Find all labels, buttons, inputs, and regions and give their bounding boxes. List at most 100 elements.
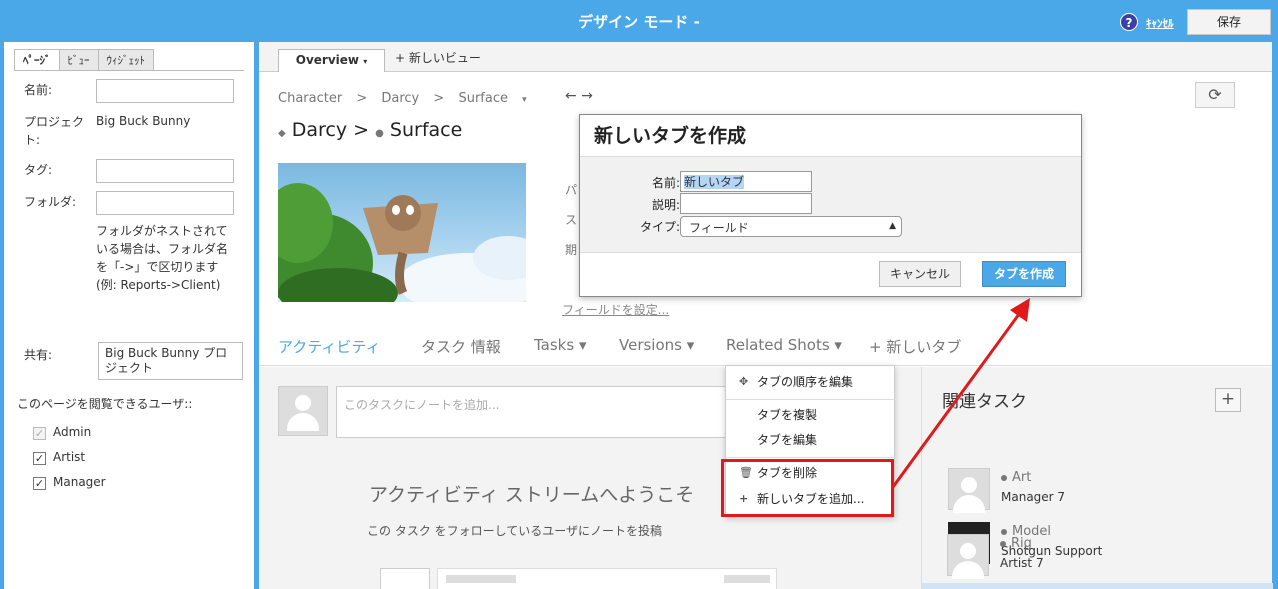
help-icon[interactable]: ? [1120, 13, 1138, 31]
note-input[interactable]: このタスクにノートを追加... [336, 386, 726, 438]
dialog-name-input[interactable]: 新しいタブ [680, 171, 812, 192]
dialog-title: 新しいタブを作成 [594, 125, 747, 147]
cancel-link[interactable]: ｷｬﾝｾﾙ [1146, 15, 1174, 31]
tab-new[interactable]: + 新しいタブ [869, 336, 961, 357]
new-view-button[interactable]: + 新しいビュー [395, 49, 481, 66]
view-tabs: Overview ▾ + 新しいビュー [259, 42, 1272, 72]
folder-help-text: フォルダがネストされている場合は、フォルダ名を「->」で区切ります(例: Rep… [96, 224, 229, 292]
dialog-name-label: 名前: [651, 176, 680, 190]
name-input[interactable] [96, 79, 234, 103]
breadcrumb-character[interactable]: Character [278, 91, 342, 106]
avatar [948, 468, 990, 513]
move-icon: ✥ [739, 375, 749, 388]
related-task-item[interactable]: Art Manager 7 [948, 468, 1248, 513]
folder-label: フォルダ: [24, 195, 77, 209]
user-avatar [278, 386, 328, 436]
menu-item-reorder-tabs[interactable]: ✥ タブの順序を編集 [726, 371, 896, 393]
create-tab-dialog: 新しいタブを作成 名前: 新しいタブ 説明: タイプ: フィールド ▲ キャンセ… [579, 114, 1082, 297]
dialog-create-button[interactable]: タブを作成 [982, 261, 1066, 287]
breadcrumb-caret-icon[interactable]: ▾ [522, 95, 527, 105]
avatar-body [287, 413, 319, 431]
title-sep: > [353, 119, 370, 141]
dialog-body: 名前: 新しいタブ 説明: タイプ: フィールド ▲ [580, 156, 1081, 253]
configure-fields-link[interactable]: フィールドを設定... [562, 301, 669, 318]
related-task-assignee: Manager 7 [1001, 490, 1066, 504]
title-bar: デザイン モード - ? ｷｬﾝｾﾙ 保存 [0, 0, 1278, 42]
asset-icon: ◆ [278, 128, 286, 139]
chevron-down-icon: ▾ [363, 57, 368, 66]
breadcrumb: Character > Darcy > Surface ▾ [278, 91, 537, 106]
tab-versions[interactable]: Versions ▾ [619, 336, 694, 354]
tab-activity[interactable]: アクティビティ [278, 336, 380, 357]
refresh-button[interactable]: ⟳ [1195, 82, 1235, 108]
dialog-description-input[interactable] [680, 193, 812, 214]
content-tabs: アクティビティ タスク 情報 Tasks ▾ Versions ▾ Relate… [259, 334, 1272, 366]
placeholder-bar [724, 575, 770, 583]
avatar-body [952, 561, 984, 579]
tab-view[interactable]: ﾋﾞｭｰ [58, 49, 99, 71]
design-left-panel: ﾍﾟｰｼﾞ ﾋﾞｭｰ ｳｨｼﾞｪｯﾄ 名前: プロジェクト: Big Buck … [4, 42, 254, 589]
viewers-label: このページを閲覧できるユーザ:: [17, 397, 193, 411]
breadcrumb-surface[interactable]: Surface [458, 91, 508, 106]
view-tab-overview[interactable]: Overview ▾ [278, 49, 385, 72]
thumbnail-image[interactable] [278, 163, 526, 302]
welcome-heading: アクティビティ ストリームへようこそ [369, 484, 695, 506]
viewer-artist-checkbox[interactable]: ✓ [33, 452, 46, 465]
avatar-head [960, 543, 976, 559]
annotation-highlight-box [721, 459, 894, 517]
related-task-name: Rig [1000, 536, 1032, 551]
thumbnail-art [278, 183, 526, 302]
dialog-type-label: タイプ: [639, 220, 680, 234]
share-select[interactable]: Big Buck Bunny プロジェクト [98, 342, 243, 380]
task-status-icon: ● [375, 128, 384, 139]
app-title: デザイン モード - [578, 13, 700, 31]
placeholder-avatar [380, 568, 430, 589]
tab-widget[interactable]: ｳｨｼﾞｪｯﾄ [97, 49, 154, 71]
viewer-admin-checkbox: ✓ [33, 427, 46, 440]
refresh-icon: ⟳ [1208, 85, 1222, 104]
tab-tasks[interactable]: Tasks ▾ [534, 336, 587, 354]
menu-divider [726, 399, 896, 400]
project-label: プロジェクト: [24, 115, 85, 147]
placeholder-bar [446, 575, 516, 583]
save-button[interactable]: 保存 [1187, 9, 1271, 35]
select-arrows-icon: ▲ [889, 221, 896, 231]
share-label: 共有: [24, 348, 53, 362]
dialog-type-select[interactable]: フィールド ▲ [680, 216, 902, 237]
project-value: Big Buck Bunny [96, 114, 191, 128]
breadcrumb-sep: > [356, 91, 368, 106]
tab-divider [14, 70, 244, 71]
viewer-admin-label: Admin [53, 425, 92, 439]
title-entity[interactable]: Darcy [292, 119, 347, 141]
menu-item-duplicate-tab[interactable]: タブを複製 [726, 404, 896, 426]
menu-item-edit-tab[interactable]: タブを編集 [726, 429, 896, 451]
related-task-item[interactable]: Rig Artist 7 [947, 534, 1247, 589]
placeholder-card [437, 568, 777, 589]
related-tasks-title: 関連タスク [942, 392, 1027, 412]
related-task-name: Art [1001, 470, 1031, 485]
tag-input[interactable] [96, 159, 234, 183]
page-title: ◆ Darcy > ● Surface [278, 119, 462, 141]
related-task-assignee: Artist 7 [1000, 556, 1044, 570]
tab-task-info[interactable]: タスク 情報 [421, 336, 501, 357]
name-label: 名前: [24, 83, 53, 97]
add-related-task-button[interactable]: + [1215, 388, 1241, 412]
viewer-artist-label: Artist [53, 450, 86, 464]
title-task: Surface [389, 119, 463, 141]
viewer-manager-checkbox[interactable]: ✓ [33, 477, 46, 490]
left-panel-tabs: ﾍﾟｰｼﾞ ﾋﾞｭｰ ｳｨｼﾞｪｯﾄ [14, 49, 154, 71]
history-arrows-icon[interactable]: ← → [565, 88, 593, 104]
dialog-cancel-button[interactable]: キャンセル [879, 261, 961, 287]
menu-divider [726, 457, 896, 458]
tag-label: タグ: [24, 163, 53, 177]
status-dot-icon [1001, 474, 1007, 481]
breadcrumb-darcy[interactable]: Darcy [381, 91, 419, 106]
avatar-body [953, 495, 985, 513]
tab-related-shots[interactable]: Related Shots ▾ [726, 336, 842, 354]
tab-page[interactable]: ﾍﾟｰｼﾞ [14, 49, 60, 71]
avatar-head [295, 395, 311, 411]
breadcrumb-sep: > [433, 91, 445, 106]
folder-input[interactable] [96, 191, 234, 215]
status-dot-icon [1000, 540, 1006, 547]
avatar [947, 534, 989, 579]
